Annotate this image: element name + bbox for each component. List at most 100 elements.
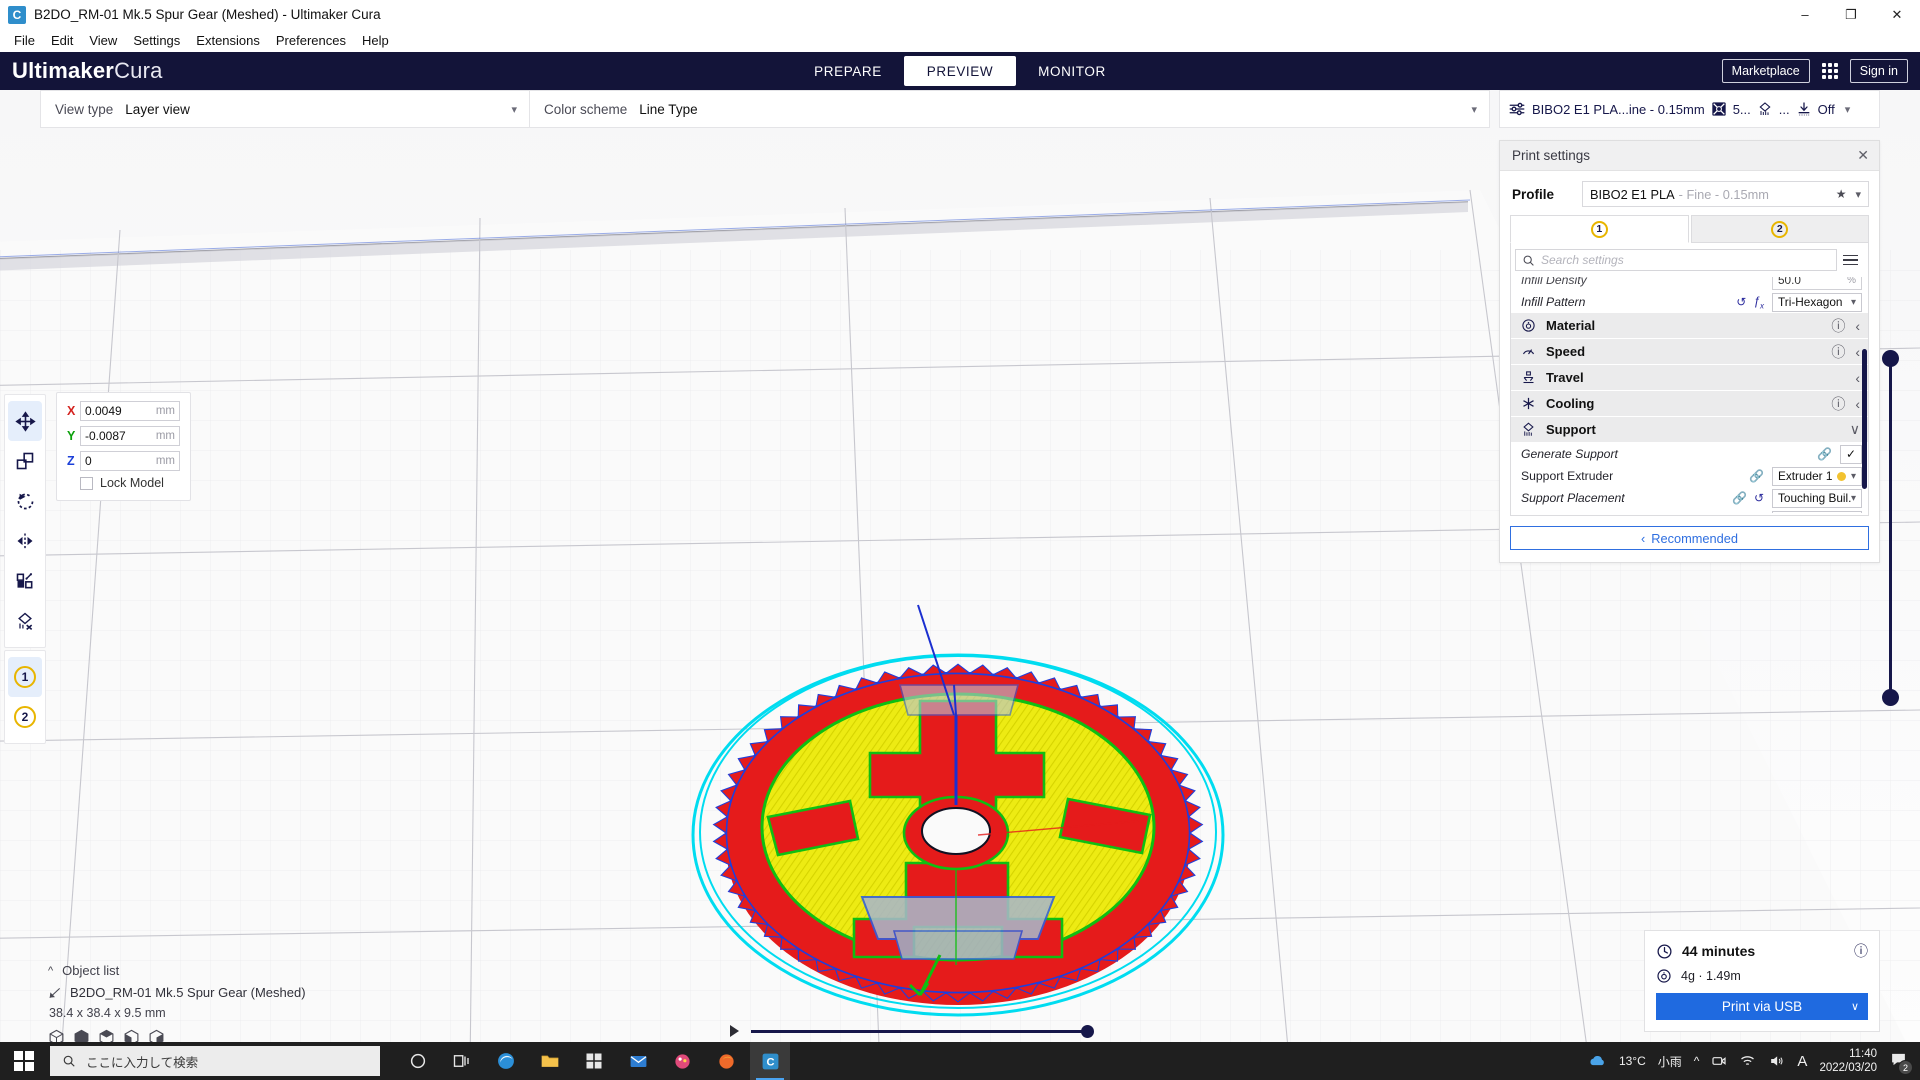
menu-settings[interactable]: Settings	[125, 31, 188, 50]
extruder-1-button[interactable]: 1	[8, 657, 42, 697]
setting-support-placement[interactable]: Support Placement 🔗 ↺ Touching Buil... ▾	[1511, 487, 1868, 509]
menu-extensions[interactable]: Extensions	[188, 31, 268, 50]
marketplace-button[interactable]: Marketplace	[1721, 59, 1810, 83]
cura-taskbar-icon[interactable]: C	[750, 1042, 790, 1080]
menu-help[interactable]: Help	[354, 31, 397, 50]
setting-dropdown[interactable]: Tri-Hexagon ▾	[1772, 292, 1862, 312]
info-icon[interactable]: ⓘ	[1831, 316, 1845, 336]
print-via-usb-button[interactable]: Print via USB ∨	[1656, 993, 1868, 1020]
printer-configuration-selector[interactable]: BIBO2 E1 PLA...ine - 0.15mm 5... ... Off…	[1499, 90, 1880, 128]
info-icon[interactable]: ⓘ	[1854, 941, 1868, 961]
support-icon	[1521, 422, 1536, 437]
object-list-header[interactable]: ^ Object list	[48, 963, 306, 978]
profile-selector[interactable]: BIBO2 E1 PLA - Fine - 0.15mm ★ ▾	[1582, 181, 1869, 207]
layer-slider-upper-handle[interactable]: 62	[1845, 336, 1899, 367]
close-button[interactable]: ✕	[1874, 0, 1920, 29]
x-position-input[interactable]: 0.0049 mm	[80, 401, 180, 421]
object-list-item[interactable]: B2DO_RM-01 Mk.5 Spur Gear (Meshed)	[48, 985, 306, 1000]
simulation-slider-track[interactable]	[751, 1024, 1094, 1038]
view-type-selector[interactable]: View type Layer view ▾	[40, 90, 530, 128]
weather-cloud-icon[interactable]	[1587, 1051, 1607, 1071]
mirror-tool-button[interactable]	[8, 521, 42, 561]
tab-extruder-2[interactable]: 2	[1690, 215, 1869, 243]
sign-in-button[interactable]: Sign in	[1849, 59, 1908, 83]
category-material[interactable]: Material ⓘ ‹	[1511, 313, 1868, 338]
link-icon[interactable]: 🔗	[1817, 447, 1832, 461]
play-icon[interactable]	[730, 1025, 739, 1037]
favorite-star-icon[interactable]: ★	[1836, 187, 1847, 201]
show-hidden-icons-chevron[interactable]: ^	[1694, 1054, 1700, 1068]
meet-now-icon[interactable]	[1711, 1053, 1727, 1069]
firefox-icon[interactable]	[706, 1042, 746, 1080]
microsoft-store-icon[interactable]	[574, 1042, 614, 1080]
setting-value-input[interactable]: 50.0 %	[1772, 277, 1862, 290]
layer-slider-lower-handle[interactable]	[1882, 689, 1899, 706]
layer-slider-track[interactable]	[1889, 358, 1892, 698]
cortana-icon[interactable]	[398, 1042, 438, 1080]
task-view-icon[interactable]	[442, 1042, 482, 1080]
color-scheme-selector[interactable]: Color scheme Line Type ▾	[530, 90, 1490, 128]
move-tool-button[interactable]	[8, 401, 42, 441]
setting-support-overhang-angle[interactable]: Support Overhang Angle 🔗 50.0 °	[1511, 509, 1868, 513]
cooling-icon	[1521, 396, 1536, 411]
z-position-input[interactable]: 0 mm	[80, 451, 180, 471]
setting-checkbox[interactable]: ✓	[1840, 444, 1862, 464]
setting-value-input[interactable]: 50.0 °	[1772, 510, 1862, 513]
file-explorer-icon[interactable]	[530, 1042, 570, 1080]
link-icon[interactable]: 🔗	[1749, 469, 1764, 483]
taskbar-clock[interactable]: 11:40 2022/03/20	[1819, 1047, 1877, 1076]
taskbar-search-input[interactable]: ここに入力して検索	[50, 1046, 380, 1076]
mail-icon[interactable]	[618, 1042, 658, 1080]
revert-icon[interactable]: ↺	[1754, 491, 1764, 505]
setting-infill-density[interactable]: Infill Density 50.0 %	[1511, 277, 1868, 291]
category-speed[interactable]: Speed ⓘ ‹	[1511, 339, 1868, 364]
minimize-button[interactable]: –	[1782, 0, 1828, 29]
setting-dropdown[interactable]: Extruder 1 ▾	[1772, 466, 1862, 486]
setting-generate-support[interactable]: Generate Support 🔗 ✓	[1511, 443, 1868, 465]
support-blocker-button[interactable]	[8, 601, 42, 641]
setting-dropdown[interactable]: Touching Buil... ▾	[1772, 488, 1862, 508]
category-cooling[interactable]: Cooling ⓘ ‹	[1511, 391, 1868, 416]
volume-icon[interactable]	[1768, 1053, 1785, 1069]
setting-infill-pattern[interactable]: Infill Pattern ↺ ƒx Tri-Hexagon ▾	[1511, 291, 1868, 313]
settings-scroll-area[interactable]: Infill Density 50.0 % Infill Pattern ↺ ƒ…	[1511, 277, 1868, 513]
wifi-icon[interactable]	[1739, 1053, 1756, 1069]
tab-extruder-1[interactable]: 1	[1510, 215, 1689, 243]
info-icon[interactable]: ⓘ	[1831, 394, 1845, 414]
function-icon[interactable]: ƒx	[1753, 294, 1764, 310]
menu-view[interactable]: View	[81, 31, 125, 50]
y-position-input[interactable]: -0.0087 mm	[80, 426, 180, 446]
search-settings-input[interactable]: Search settings	[1515, 249, 1837, 271]
paint-icon[interactable]	[662, 1042, 702, 1080]
setting-support-extruder[interactable]: Support Extruder 🔗 Extruder 1 ▾	[1511, 465, 1868, 487]
lock-model-checkbox[interactable]	[80, 476, 93, 490]
menu-file[interactable]: File	[6, 31, 43, 50]
info-icon[interactable]: ⓘ	[1831, 342, 1845, 362]
layer-slider[interactable]: 62	[1845, 336, 1902, 706]
recommended-mode-button[interactable]: ‹ Recommended	[1510, 526, 1869, 550]
revert-icon[interactable]: ↺	[1736, 295, 1746, 309]
settings-visibility-icon[interactable]	[1843, 254, 1862, 266]
notification-center-button[interactable]: 2	[1889, 1051, 1913, 1075]
link-icon[interactable]: 🔗	[1732, 491, 1747, 505]
tab-monitor[interactable]: MONITOR	[1016, 52, 1128, 90]
scale-tool-button[interactable]	[8, 441, 42, 481]
start-button[interactable]	[0, 1042, 48, 1080]
close-icon[interactable]: ✕	[1857, 147, 1869, 164]
apps-grid-icon[interactable]	[1821, 63, 1838, 79]
menu-preferences[interactable]: Preferences	[268, 31, 354, 50]
maximize-button[interactable]: ❐	[1828, 0, 1874, 29]
tab-preview[interactable]: PREVIEW	[904, 56, 1016, 86]
menu-edit[interactable]: Edit	[43, 31, 81, 50]
category-support[interactable]: Support ∨	[1511, 417, 1868, 442]
category-travel[interactable]: Travel ‹	[1511, 365, 1868, 390]
per-model-settings-button[interactable]	[8, 561, 42, 601]
tab-prepare[interactable]: PREPARE	[792, 52, 904, 90]
settings-scrollbar[interactable]	[1862, 349, 1867, 489]
rotate-tool-button[interactable]	[8, 481, 42, 521]
lock-model-row[interactable]: Lock Model	[80, 476, 180, 490]
ime-indicator[interactable]: A	[1797, 1053, 1807, 1070]
edge-icon[interactable]	[486, 1042, 526, 1080]
simulation-slider-handle[interactable]	[1081, 1024, 1094, 1038]
extruder-2-button[interactable]: 2	[8, 697, 42, 737]
